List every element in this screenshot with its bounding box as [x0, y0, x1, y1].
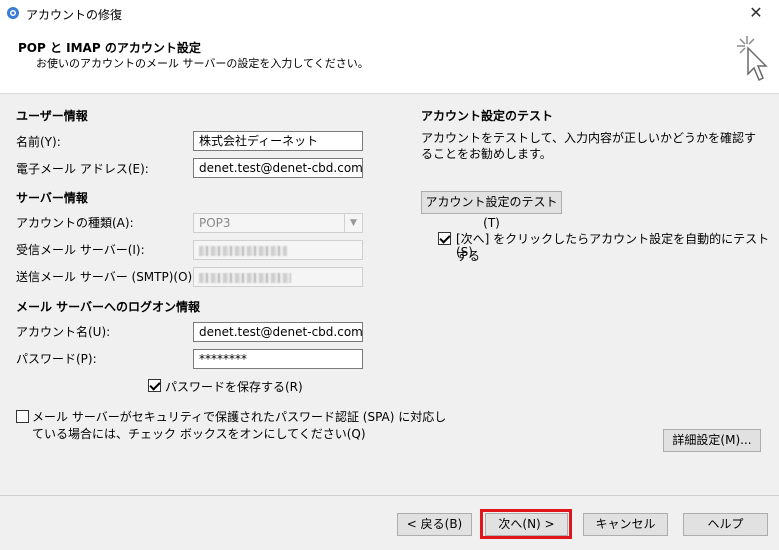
account-name-label: アカウント名(U): [16, 325, 111, 339]
incoming-server-field[interactable] [193, 240, 363, 260]
cursor-sparkle-icon [737, 36, 768, 82]
next-button-highlight [480, 509, 572, 539]
redacted-value [199, 245, 287, 256]
close-button[interactable]: ✕ [741, 2, 771, 24]
window-title: アカウントの修復 [26, 8, 123, 22]
title-bar: アカウントの修復 ✕ [0, 0, 779, 28]
back-button[interactable]: < 戻る(B) [397, 513, 472, 536]
account-type-value: POP3 [199, 216, 231, 230]
advanced-settings-button[interactable]: 詳細設定(M)... [663, 429, 761, 452]
password-field[interactable]: ******** [193, 349, 363, 369]
save-password-checkbox[interactable] [148, 379, 161, 392]
help-button[interactable]: ヘルプ [683, 513, 768, 536]
spa-label-line2[interactable]: ている場合には、チェック ボックスをオンにしてください(Q) [32, 425, 366, 442]
footer-divider [0, 495, 779, 496]
account-type-label: アカウントの種類(A): [16, 216, 134, 230]
user-info-heading: ユーザー情報 [16, 109, 88, 123]
redacted-value [199, 272, 291, 283]
auto-test-label-line1[interactable]: [次へ] をクリックしたらアカウント設定を自動的にテストする [456, 230, 779, 264]
incoming-server-label: 受信メール サーバー(I): [16, 243, 145, 257]
email-label: 電子メール アドレス(E): [16, 162, 149, 176]
close-icon: ✕ [749, 3, 763, 22]
test-account-button[interactable]: アカウント設定のテスト(T) [421, 191, 562, 230]
logon-info-heading: メール サーバーへのログオン情報 [16, 300, 201, 314]
spa-label-line1[interactable]: メール サーバーがセキュリティで保護されたパスワード認証 (SPA) に対応し [32, 408, 446, 425]
auto-test-checkbox[interactable] [438, 232, 451, 245]
test-description: アカウントをテストして、入力内容が正しいかどうかを確認することをお勧めします。 [421, 131, 757, 161]
cancel-button[interactable]: キャンセル [583, 513, 668, 536]
account-type-select: POP3 ▼ [193, 213, 363, 233]
spa-checkbox[interactable] [16, 410, 29, 423]
account-name-field[interactable]: denet.test@denet-cbd.com [193, 322, 363, 342]
page-subtitle: お使いのアカウントのメール サーバーの設定を入力してください。 [36, 57, 369, 70]
name-label: 名前(Y): [16, 135, 61, 149]
page-title: POP と IMAP のアカウント設定 [18, 41, 201, 55]
outgoing-server-field[interactable] [193, 267, 363, 287]
auto-test-label-line2[interactable]: (S) [456, 245, 473, 259]
test-heading: アカウント設定のテスト [421, 109, 554, 123]
chevron-down-icon: ▼ [344, 214, 362, 232]
server-info-heading: サーバー情報 [16, 191, 88, 205]
outgoing-server-label: 送信メール サーバー (SMTP)(O): [16, 270, 197, 284]
app-icon [7, 7, 19, 19]
name-field[interactable]: 株式会社ディーネット [193, 131, 363, 151]
password-label: パスワード(P): [16, 352, 97, 366]
save-password-label[interactable]: パスワードを保存する(R) [165, 378, 303, 395]
dialog-header: POP と IMAP のアカウント設定 お使いのアカウントのメール サーバーの設… [0, 28, 779, 94]
email-field[interactable]: denet.test@denet-cbd.com [193, 158, 363, 178]
